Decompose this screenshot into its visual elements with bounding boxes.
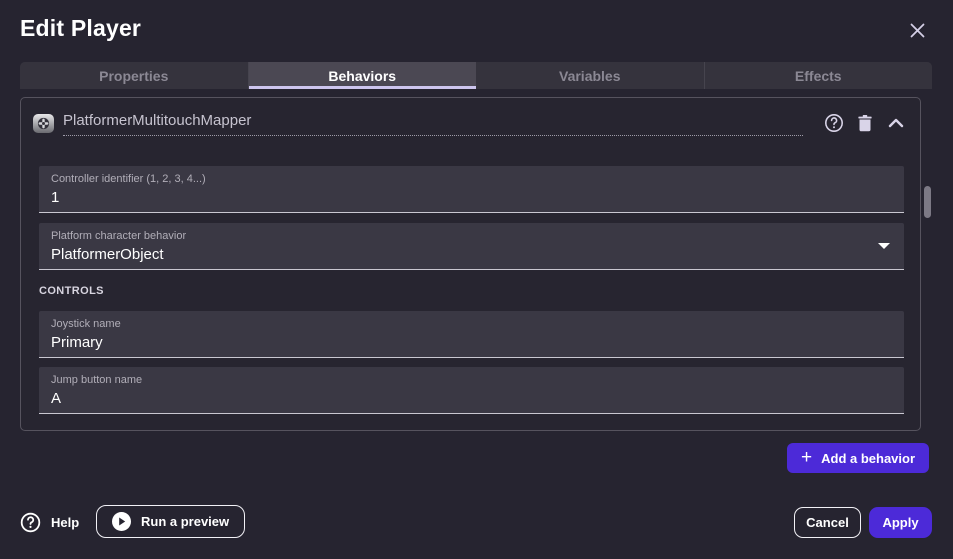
tab-variables[interactable]: Variables — [476, 62, 705, 89]
jump-button-name-field[interactable]: Jump button name — [39, 367, 904, 414]
tab-label: Variables — [559, 68, 621, 84]
behavior-panel: Controller identifier (1, 2, 3, 4...) Pl… — [20, 97, 921, 431]
apply-button[interactable]: Apply — [869, 507, 932, 538]
tab-label: Behaviors — [328, 68, 396, 84]
tab-label: Properties — [99, 68, 168, 84]
scrollbar-thumb[interactable] — [924, 186, 931, 218]
close-icon[interactable] — [905, 18, 929, 42]
tab-label: Effects — [795, 68, 842, 84]
cancel-button[interactable]: Cancel — [794, 507, 861, 538]
joystick-name-field[interactable]: Joystick name — [39, 311, 904, 358]
caret-down-icon — [878, 243, 890, 249]
tab-effects[interactable]: Effects — [705, 62, 933, 89]
cancel-label: Cancel — [806, 515, 849, 530]
controls-section-header: CONTROLS — [39, 285, 104, 297]
jump-button-name-input[interactable] — [51, 390, 892, 407]
tab-bar: Properties Behaviors Variables Effects — [20, 62, 932, 89]
trash-icon[interactable] — [853, 111, 877, 135]
help-label: Help — [51, 515, 79, 530]
help-icon — [20, 512, 41, 533]
joystick-name-input[interactable] — [51, 334, 892, 351]
run-preview-label: Run a preview — [141, 514, 229, 529]
behavior-name-input[interactable] — [63, 110, 803, 136]
page-title: Edit Player — [20, 15, 141, 42]
controller-identifier-input[interactable] — [51, 189, 892, 206]
gamepad-behavior-icon — [33, 114, 54, 133]
field-label: Joystick name — [51, 317, 892, 331]
select-value: PlatformerObject — [51, 246, 892, 263]
add-behavior-button[interactable]: + Add a behavior — [787, 443, 929, 473]
tab-behaviors[interactable]: Behaviors — [249, 62, 477, 89]
plus-icon: + — [801, 448, 812, 467]
field-label: Jump button name — [51, 373, 892, 387]
help-button[interactable]: Help — [20, 508, 79, 536]
platform-character-behavior-select[interactable]: Platform character behavior PlatformerOb… — [39, 223, 904, 270]
tab-properties[interactable]: Properties — [20, 62, 249, 89]
add-behavior-label: Add a behavior — [821, 451, 915, 466]
chevron-up-icon[interactable] — [884, 111, 908, 135]
controller-identifier-field[interactable]: Controller identifier (1, 2, 3, 4...) — [39, 166, 904, 213]
run-preview-button[interactable]: Run a preview — [96, 505, 245, 538]
field-label: Platform character behavior — [51, 229, 892, 243]
play-icon — [112, 512, 131, 531]
field-label: Controller identifier (1, 2, 3, 4...) — [51, 172, 892, 186]
behavior-header — [33, 109, 908, 137]
help-icon[interactable] — [822, 111, 846, 135]
apply-label: Apply — [882, 515, 918, 530]
